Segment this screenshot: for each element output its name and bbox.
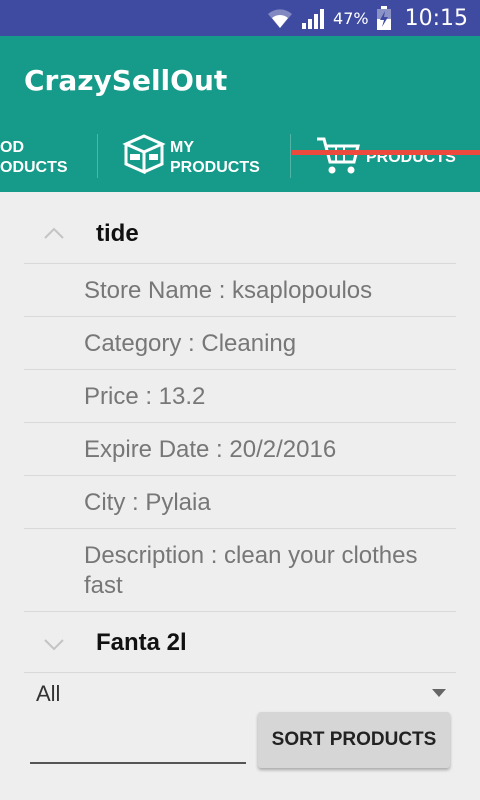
product-group-header[interactable]: tide [24,206,456,262]
search-input[interactable] [30,726,246,764]
battery-percent: 47% [333,8,369,28]
tab-indicator [292,150,480,155]
product-detail-row: Category : Cleaning [24,316,456,369]
city-text: City : Pylaia [84,489,211,516]
category-text: Category : Cleaning [84,330,297,357]
price-text: Price : 13.2 [84,383,206,410]
sort-products-button[interactable]: SORT PRODUCTS [258,712,450,768]
product-detail-row: City : Pylaia [24,475,456,528]
status-icons: 47% 10:15 [267,0,468,36]
product-detail-row: Expire Date : 20/2/2016 [24,422,456,475]
description-text: Description : clean your clothes fast [84,542,418,599]
dropdown-arrow-icon [432,689,446,697]
product-name: tide [96,220,139,247]
chevron-up-icon [44,227,64,239]
expire-date-text: Expire Date : 20/2/2016 [84,436,337,463]
clock: 10:15 [404,5,468,31]
tab-divider [290,134,291,178]
product-group-header[interactable]: Fanta 2l [24,611,456,672]
category-filter-value: All [36,681,61,706]
tab-products[interactable]: PRODUCTS [292,132,480,192]
battery-charging-icon [376,6,391,30]
category-filter-dropdown[interactable]: All [24,672,456,717]
wifi-icon [268,9,293,28]
product-detail-row: Description : clean your clothes fast [24,528,456,611]
tab-add-products-label: OD ODUCTS [0,139,68,176]
chevron-down-icon [44,639,64,651]
tab-my-products[interactable]: MY PRODUCTS [98,132,290,192]
store-name-text: Store Name : ksaplopoulos [84,277,373,304]
tab-my-products-label: MY PRODUCTS [170,139,260,176]
tab-add-products[interactable]: OD ODUCTS [0,132,96,192]
cart-icon [317,137,360,174]
app-title: CrazySellOut [24,64,228,97]
status-bar: 47% 10:15 [0,0,480,36]
box-icon [122,134,166,174]
signal-icon [302,9,325,29]
product-detail-row: Store Name : ksaplopoulos [24,263,456,316]
product-name: Fanta 2l [96,629,187,656]
product-detail-row: Price : 13.2 [24,369,456,422]
